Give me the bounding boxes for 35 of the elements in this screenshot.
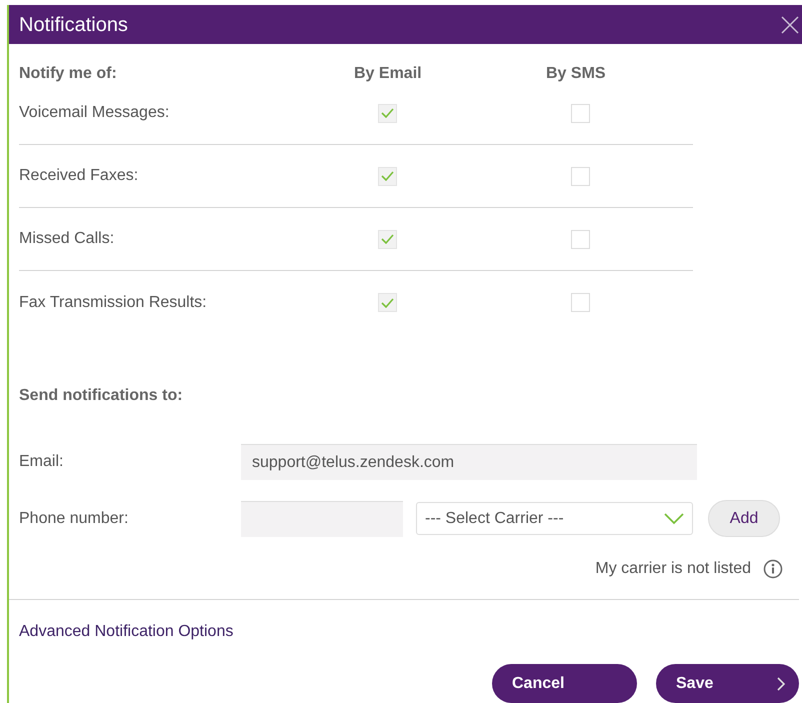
- info-icon[interactable]: [763, 559, 783, 579]
- check-icon: [381, 234, 394, 244]
- checkbox[interactable]: [378, 230, 397, 248]
- window-title: Notifications: [19, 12, 128, 38]
- row-label: Voicemail Messages:: [19, 103, 170, 123]
- carrier-dropdown[interactable]: --- Select Carrier ---: [416, 502, 693, 535]
- save-button[interactable]: Save: [656, 664, 799, 703]
- checkbox[interactable]: [571, 104, 590, 122]
- checkbox[interactable]: [378, 166, 397, 186]
- add-button[interactable]: Add: [708, 500, 780, 537]
- checkbox[interactable]: [571, 230, 590, 248]
- advanced-options-link[interactable]: Advanced Notification Options: [19, 623, 234, 640]
- check-icon: [381, 171, 394, 181]
- phone-field[interactable]: [241, 500, 403, 536]
- checkbox[interactable]: [378, 104, 397, 122]
- checkbox[interactable]: [378, 293, 397, 312]
- row-label: Missed Calls:: [19, 229, 116, 249]
- checkbox[interactable]: [571, 166, 590, 186]
- close-icon[interactable]: [780, 14, 800, 34]
- column-header: By SMS: [546, 64, 606, 84]
- row-label: Received Faxes:: [19, 166, 140, 186]
- field-label: Email:: [19, 452, 64, 472]
- email-field[interactable]: support@telus.zendesk.com: [241, 444, 697, 480]
- cancel-button[interactable]: Cancel: [492, 664, 637, 703]
- checkbox[interactable]: [571, 293, 590, 312]
- check-icon: [381, 108, 394, 118]
- section-heading: Send notifications to:: [19, 386, 184, 404]
- column-header: By Email: [354, 64, 423, 84]
- field-label: Phone number:: [19, 508, 130, 528]
- row-label: Fax Transmission Results:: [19, 292, 208, 312]
- check-icon: [381, 298, 394, 308]
- chevron-down-icon: [664, 512, 684, 524]
- column-header: Notify me of:: [19, 64, 118, 84]
- chevron-right-icon: [777, 676, 785, 690]
- carrier-note-link[interactable]: My carrier is not listed: [595, 557, 751, 581]
